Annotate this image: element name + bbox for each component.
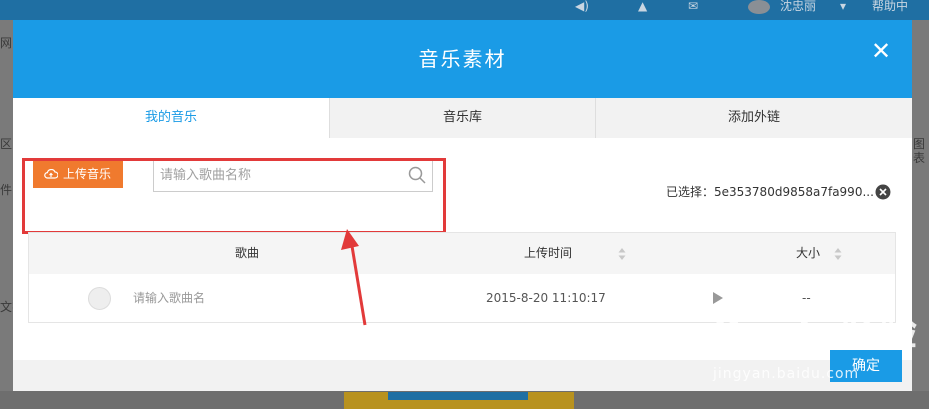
baidu-watermark: Baidu经验: [713, 310, 918, 354]
baidu-watermark-url: jingyan.baidu.com: [713, 366, 860, 382]
